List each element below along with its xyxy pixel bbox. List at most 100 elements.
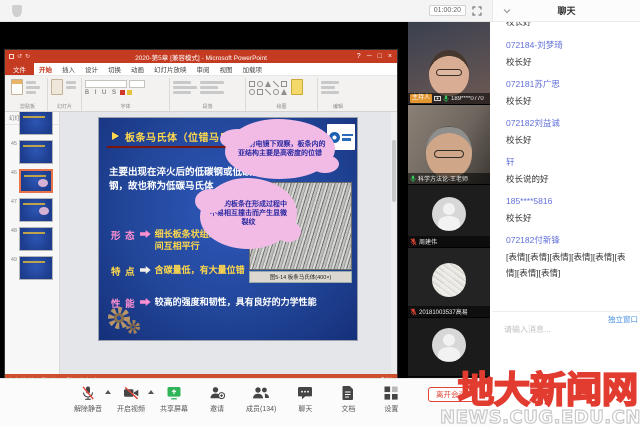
members-button[interactable]: 成员(134) xyxy=(246,385,276,414)
slide-thumb-46-selected[interactable]: 46 xyxy=(8,169,56,193)
paste-icon[interactable] xyxy=(11,79,23,95)
unmute-button[interactable]: 解除静音 xyxy=(74,385,102,414)
ribbon-group-paragraph[interactable]: 段落 xyxy=(170,78,246,111)
invite-button[interactable]: 邀请 xyxy=(203,385,231,414)
mic-muted-icon xyxy=(80,385,96,401)
slide-thumb-45[interactable]: 45 xyxy=(8,140,56,164)
ppt-window-title: 2020-第5章 [兼容模式] - Microsoft PowerPoint xyxy=(5,52,397,62)
close-icon[interactable]: × xyxy=(388,53,392,60)
tab-transitions[interactable]: 切换 xyxy=(103,63,126,75)
bold-italic-underline-icons[interactable]: B I U S xyxy=(85,90,145,96)
settings-icon xyxy=(383,385,399,401)
chat-button[interactable]: 聊天 xyxy=(291,385,319,414)
video-tile-4[interactable]: 20181003537高易 xyxy=(408,248,490,318)
meeting-toolbar: 解除静音 开启视频 共享屏幕 xyxy=(0,378,492,427)
quick-styles-icon[interactable] xyxy=(291,79,303,95)
glasses xyxy=(434,150,464,158)
chat-message: 185****5816 校长好 xyxy=(506,193,634,226)
chat-messages[interactable]: 校长好 072184-刘梦琦 校长好 072181苏广思 校长好 072182刘… xyxy=(506,22,634,310)
mic-options-caret[interactable] xyxy=(105,390,111,394)
chat-message: 072184-刘梦琦 校长好 xyxy=(506,37,634,70)
host-badge: 主持人 xyxy=(410,94,432,103)
quick-access-toolbar[interactable]: ↺ ↻ xyxy=(9,53,30,60)
maximize-icon[interactable]: □ xyxy=(378,53,382,60)
participant-name: 189****0770 xyxy=(451,96,484,102)
start-video-button[interactable]: 开启视频 xyxy=(117,385,145,414)
leave-meeting-button[interactable]: 离开会议 xyxy=(428,387,474,402)
help-icon[interactable]: ? xyxy=(357,53,361,60)
video-tile-3[interactable]: 周建伟 xyxy=(408,185,490,248)
main-topbar: 01:00:20 xyxy=(0,0,492,22)
mic-on-icon xyxy=(410,175,416,183)
slide-thumbnail-panel[interactable]: 幻灯片 大纲 45 46 47 48 49 xyxy=(5,112,60,374)
chat-message-clipped: 校长好 xyxy=(506,22,634,31)
popout-chat-link[interactable]: 独立窗口 xyxy=(608,314,638,325)
ribbon-group-drawing[interactable]: 绘图 xyxy=(246,78,318,111)
tab-view[interactable]: 视图 xyxy=(215,63,238,75)
fullscreen-icon[interactable] xyxy=(472,6,482,16)
save-icon[interactable] xyxy=(9,54,14,59)
minimize-icon[interactable]: ─ xyxy=(367,53,372,60)
sender-name: 072181苏广思 xyxy=(506,76,634,93)
divider xyxy=(492,311,640,312)
figure-caption: 图5-14 板条马氏体(400×) xyxy=(249,271,352,283)
chat-input[interactable] xyxy=(504,325,632,334)
new-slide-icon[interactable] xyxy=(51,79,63,95)
video-tile-5[interactable] xyxy=(408,318,490,377)
chat-message: 072182刘益诚 校长好 xyxy=(506,115,634,148)
sender-name: 072182付新锋 xyxy=(506,232,634,249)
slide-thumb-49[interactable]: 49 xyxy=(8,256,56,280)
tab-slideshow[interactable]: 幻灯片放映 xyxy=(149,63,192,75)
tab-review[interactable]: 审阅 xyxy=(192,63,215,75)
shapes-gallery[interactable] xyxy=(249,79,288,96)
sender-name: 185****5816 xyxy=(506,193,634,210)
redo-icon[interactable]: ↻ xyxy=(25,53,30,60)
ribbon-group-editing[interactable]: 编辑 xyxy=(318,78,358,111)
message-text: 校长好 xyxy=(506,54,634,70)
slide-scrollbar[interactable] xyxy=(391,112,397,374)
shared-screen-area: ↺ ↻ 2020-第5章 [兼容模式] - Microsoft PowerPoi… xyxy=(0,22,408,378)
members-icon xyxy=(252,385,270,401)
font-name-box[interactable] xyxy=(85,80,127,88)
chevron-down-icon[interactable] xyxy=(503,8,511,14)
video-tile-host[interactable]: 主持人 189****0770 xyxy=(408,22,490,105)
ribbon-group-clipboard[interactable]: 剪贴板 xyxy=(8,78,48,111)
tab-home[interactable]: 开始 xyxy=(34,63,57,75)
window-controls: ? ─ □ × xyxy=(357,53,392,60)
ppt-ribbon-tabs: 文件 开始 插入 设计 切换 动画 幻灯片放映 审阅 视图 加载项 xyxy=(5,63,397,76)
tab-design[interactable]: 设计 xyxy=(80,63,103,75)
ppt-titlebar: ↺ ↻ 2020-第5章 [兼容模式] - Microsoft PowerPoi… xyxy=(5,50,397,63)
undo-icon[interactable]: ↺ xyxy=(17,53,22,60)
chat-panel-header: 聊天 xyxy=(492,0,640,22)
video-options-caret[interactable] xyxy=(148,390,154,394)
bullet-arrow-icon xyxy=(112,132,119,140)
video-tile-teacher[interactable]: 科学方法论-王老师 xyxy=(408,105,490,185)
tab-addins[interactable]: 加载项 xyxy=(238,63,268,75)
message-text: [表情][表情][表情][表情][表情][表情][表情][表情] xyxy=(506,249,634,281)
ribbon-group-font[interactable]: B I U S 字体 xyxy=(82,78,170,111)
tab-animations[interactable]: 动画 xyxy=(126,63,149,75)
participant-name: 周建伟 xyxy=(419,237,437,246)
tab-file[interactable]: 文件 xyxy=(5,63,34,75)
chat-panel: 校长好 072184-刘梦琦 校长好 072181苏广思 校长好 072182刘… xyxy=(492,22,640,427)
mic-muted-icon xyxy=(410,308,417,316)
share-screen-button[interactable]: 共享屏幕 xyxy=(160,385,188,414)
settings-button[interactable]: 设置 xyxy=(377,385,405,414)
sender-name: 072182刘益诚 xyxy=(506,115,634,132)
slide-thumb-48[interactable]: 48 xyxy=(8,227,56,251)
docs-button[interactable]: 文档 xyxy=(334,385,362,414)
tab-insert[interactable]: 插入 xyxy=(57,63,80,75)
sender-name: 072184-刘梦琦 xyxy=(506,37,634,54)
ribbon-group-slides[interactable]: 幻灯片 xyxy=(48,78,82,111)
avatar xyxy=(432,263,466,297)
meeting-window: 01:00:20 聊天 ↺ ↻ 2020-第5章 [兼容模式] - Micros… xyxy=(0,0,640,427)
current-slide: 板条马氏体（位错马氏体） 主要出现在淬火后的低碳钢或低碳合金钢，故也称为低碳马氏… xyxy=(99,118,357,340)
gear-icon xyxy=(107,304,141,336)
font-size-box[interactable] xyxy=(129,80,145,88)
screen-share-icon xyxy=(166,385,182,401)
video-strip: 主持人 189****0770 科学方法论-王老师 周建伟 xyxy=(408,22,490,378)
slide-row-feature: 特 点含碳量低，有大量位错 xyxy=(111,264,245,278)
sender-name: 轩 xyxy=(506,154,634,171)
slide-thumb-47[interactable]: 47 xyxy=(8,198,56,222)
message-text: 校长好 xyxy=(506,210,634,226)
